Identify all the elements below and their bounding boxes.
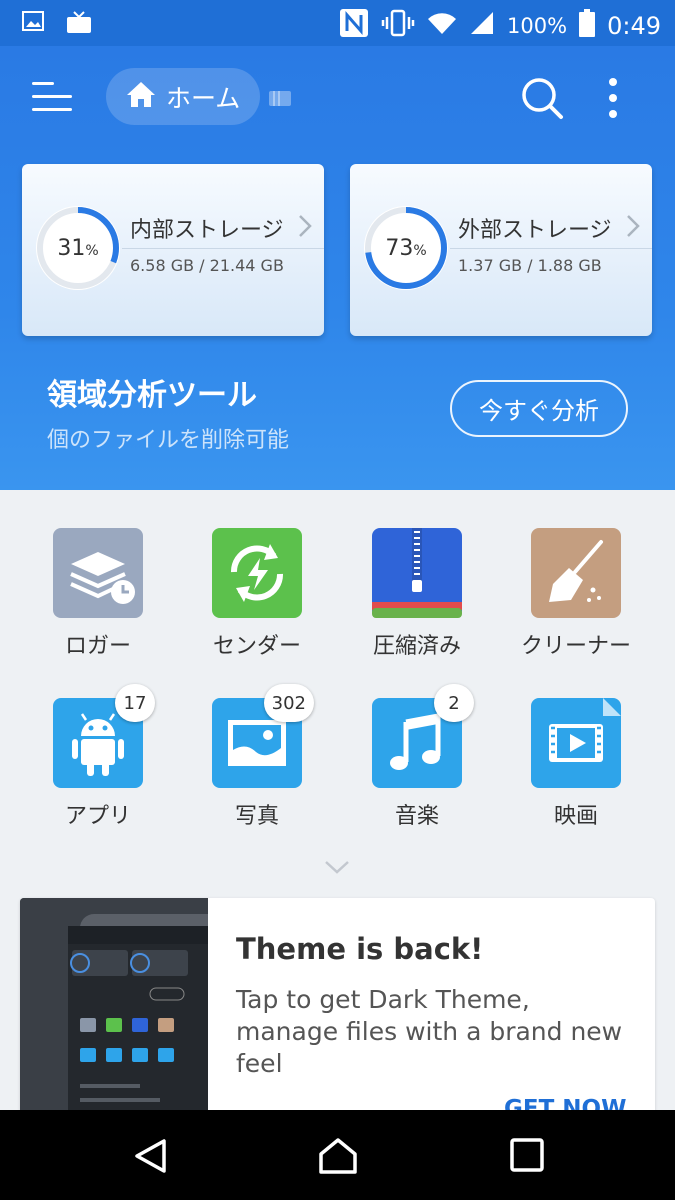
grid-item-label: センダー <box>212 634 301 659</box>
window-tab-icon[interactable] <box>268 88 292 112</box>
android-icon: 17 <box>53 684 155 788</box>
signal-icon <box>469 10 495 41</box>
grid-item-label: 写真 <box>234 804 279 829</box>
storage-card-external[interactable]: 73% 外部ストレージ 1.37 GB / 1.88 GB <box>350 164 652 336</box>
sender-icon <box>212 528 302 618</box>
analyze-now-button[interactable]: 今すぐ分析 <box>450 380 628 437</box>
home-nav-icon[interactable] <box>318 1136 358 1176</box>
storage-name: 外部ストレージ <box>458 218 612 243</box>
header-panel: ホーム 31% 内部ストレージ 6.58 GB / 21.44 GB 73% 外… <box>0 46 675 490</box>
storage-name: 内部ストレージ <box>130 218 284 243</box>
divider <box>122 248 324 249</box>
battery-percent: 100% <box>507 13 568 38</box>
analyzer-subtitle: 個のファイルを削除可能 <box>47 428 290 453</box>
usage-percent: 73% <box>385 235 427 261</box>
grid-item-photos[interactable]: 302 写真 <box>187 684 327 830</box>
logger-icon <box>53 528 143 618</box>
more-options-icon[interactable] <box>602 76 624 120</box>
grid-item-movies[interactable]: 映画 <box>506 698 646 830</box>
cleaner-icon <box>531 528 621 618</box>
grid-item-label: 圧縮済み <box>372 634 461 659</box>
grid-item-apps[interactable]: 17 アプリ <box>28 684 168 830</box>
grid-item-music[interactable]: 2 音楽 <box>347 684 487 830</box>
tv-notification-icon <box>66 10 92 38</box>
home-icon <box>126 80 156 114</box>
music-icon: 2 <box>372 684 474 788</box>
storage-card-internal[interactable]: 31% 内部ストレージ 6.58 GB / 21.44 GB <box>22 164 324 336</box>
storage-size: 1.37 GB / 1.88 GB <box>458 256 602 275</box>
recents-icon[interactable] <box>508 1136 548 1176</box>
count-badge: 17 <box>115 684 155 722</box>
gallery-notification-icon <box>22 10 44 38</box>
wifi-icon <box>427 10 457 41</box>
clock: 0:49 <box>607 11 661 40</box>
navigation-bar <box>0 1110 675 1200</box>
menu-icon[interactable] <box>32 82 72 112</box>
chevron-right-icon <box>298 214 312 242</box>
dark-theme-preview-image <box>20 898 208 1138</box>
promo-body: Tap to get Dark Theme, manage files with… <box>236 985 623 1078</box>
grid-item-sender[interactable]: センダー <box>187 528 327 660</box>
grid-item-cleaner[interactable]: クリーナー <box>506 528 646 660</box>
photo-icon: 302 <box>212 684 314 788</box>
tab-home[interactable]: ホーム <box>106 68 260 125</box>
storage-size: 6.58 GB / 21.44 GB <box>130 256 284 275</box>
grid-item-logger[interactable]: ロガー <box>28 528 168 660</box>
usage-percent: 31% <box>57 235 99 261</box>
compressed-icon <box>372 528 462 618</box>
promo-title: Theme is back! <box>236 932 484 966</box>
expand-chevron-icon[interactable] <box>322 858 352 880</box>
grid-item-compressed[interactable]: 圧縮済み <box>347 528 487 660</box>
tab-home-label: ホーム <box>166 83 241 113</box>
vibrate-icon <box>381 9 415 42</box>
grid-item-label: 映画 <box>553 804 598 829</box>
nfc-icon <box>339 8 369 43</box>
battery-icon <box>579 9 596 42</box>
grid-item-label: アプリ <box>64 804 131 829</box>
promo-card[interactable]: Theme is back! Tap to get Dark Theme, ma… <box>20 898 655 1138</box>
search-icon[interactable] <box>520 76 564 120</box>
status-bar: 100% 0:49 <box>0 0 675 46</box>
grid-item-label: クリーナー <box>520 634 631 659</box>
movie-icon <box>531 698 621 788</box>
count-badge: 302 <box>263 684 314 722</box>
divider <box>450 248 652 249</box>
chevron-right-icon <box>626 214 640 242</box>
grid-item-label: 音楽 <box>394 804 439 829</box>
back-icon[interactable] <box>132 1136 172 1176</box>
analyzer-title: 領域分析ツール <box>47 378 257 413</box>
grid-item-label: ロガー <box>64 634 131 659</box>
count-badge: 2 <box>434 684 474 722</box>
